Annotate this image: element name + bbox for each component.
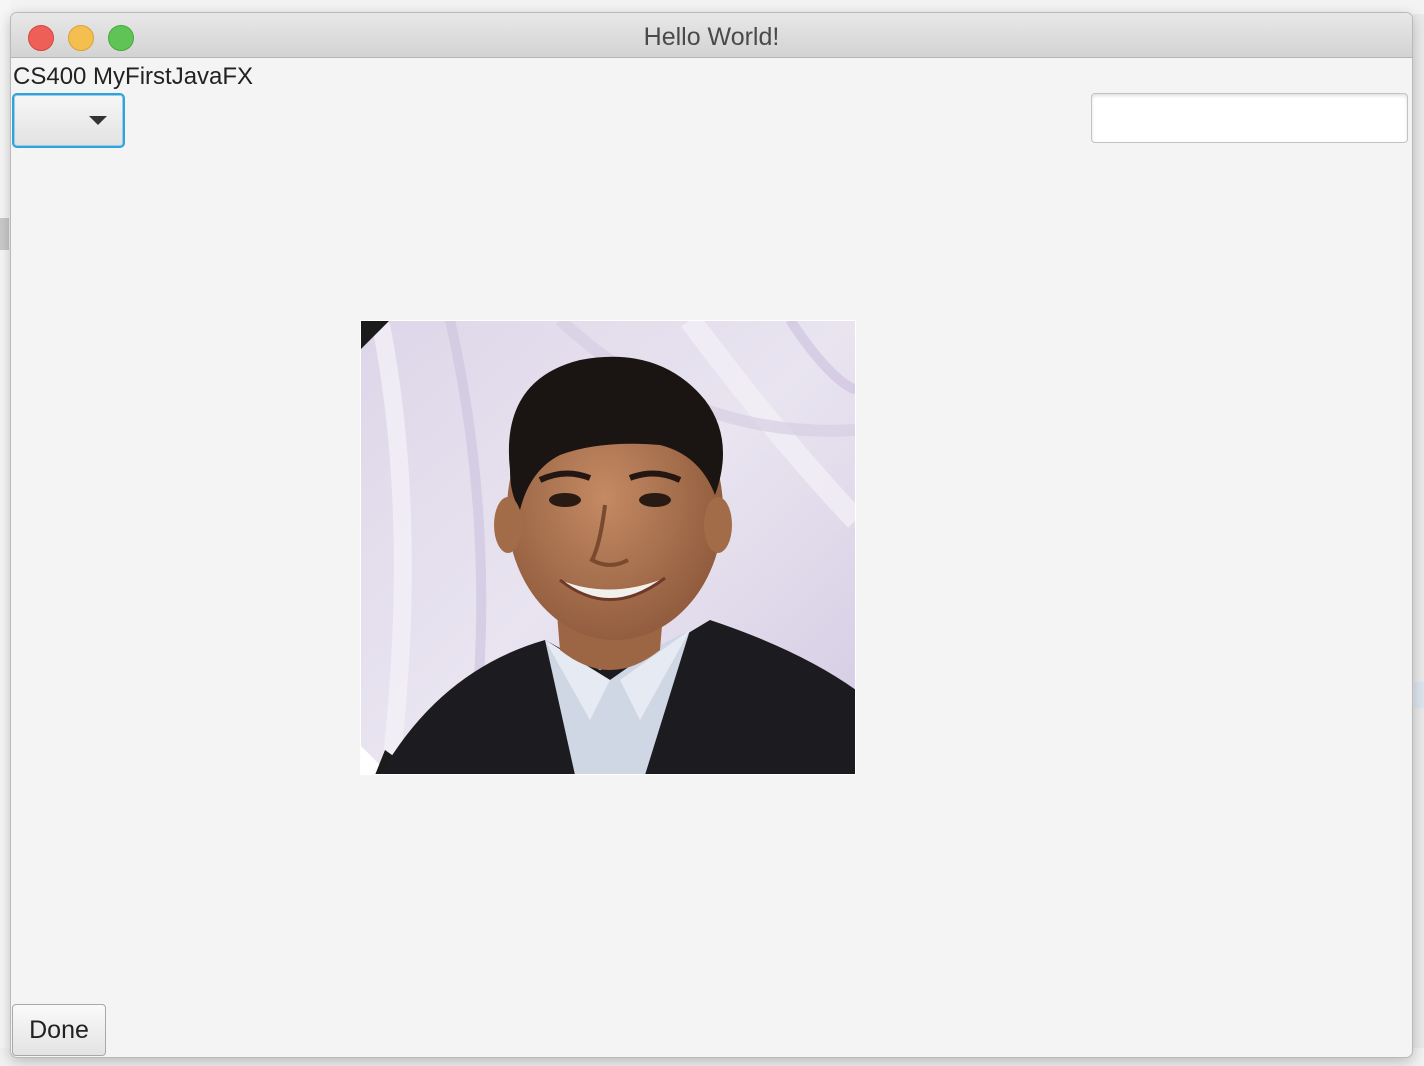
done-button[interactable]: Done (12, 1004, 106, 1056)
portrait-photo-icon (360, 320, 856, 775)
portrait-photo (360, 320, 856, 775)
window-title: Hello World! (643, 23, 780, 51)
chevron-down-icon (89, 116, 107, 125)
combo-box[interactable] (12, 93, 125, 148)
background-editor-gutter (0, 0, 11, 1066)
text-input[interactable] (1091, 93, 1408, 143)
background-editor-marker (0, 218, 9, 250)
title-bar[interactable]: Hello World! (11, 13, 1412, 58)
background-editor-highlight (1414, 682, 1424, 708)
app-window: Hello World! CS400 MyFirstJavaFX Done (11, 13, 1412, 1057)
background-editor-strip (0, 0, 1424, 14)
app-label: CS400 MyFirstJavaFX (13, 63, 254, 90)
